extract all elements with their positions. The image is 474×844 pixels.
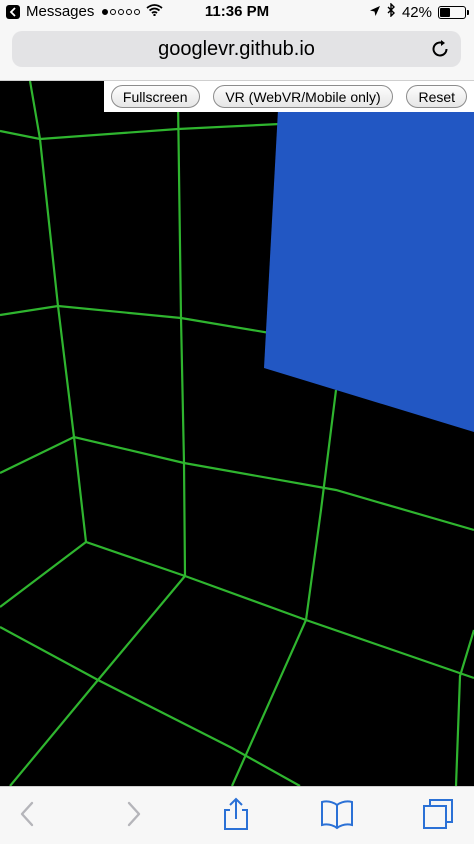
scene-controls: Fullscreen VR (WebVR/Mobile only) Reset	[104, 81, 474, 112]
address-bar[interactable]: googlevr.github.io	[12, 31, 461, 67]
reload-icon[interactable]	[429, 38, 451, 60]
vr-scene-viewport[interactable]	[0, 81, 474, 786]
back-icon[interactable]	[11, 797, 45, 831]
status-bar: Messages 11:36 PM 42%	[0, 0, 474, 26]
browser-top-chrome: Messages 11:36 PM 42% googlevr.github.io	[0, 0, 474, 81]
vr-mode-button[interactable]: VR (WebVR/Mobile only)	[213, 85, 393, 108]
vr-scene[interactable]	[0, 81, 474, 786]
location-arrow-icon	[369, 4, 381, 21]
fullscreen-button[interactable]: Fullscreen	[110, 85, 200, 108]
battery-level-fill	[440, 7, 450, 17]
browser-toolbar	[0, 786, 474, 844]
url-text[interactable]: googlevr.github.io	[12, 38, 461, 61]
battery-icon	[438, 5, 469, 19]
forward-icon[interactable]	[116, 797, 150, 831]
reset-button[interactable]: Reset	[406, 85, 468, 108]
status-right: 42%	[369, 2, 469, 21]
tabs-icon[interactable]	[421, 797, 455, 831]
bookmarks-icon[interactable]	[320, 797, 354, 831]
bluetooth-icon	[387, 2, 396, 21]
share-icon[interactable]	[219, 797, 253, 831]
battery-percentage: 42%	[401, 3, 432, 21]
